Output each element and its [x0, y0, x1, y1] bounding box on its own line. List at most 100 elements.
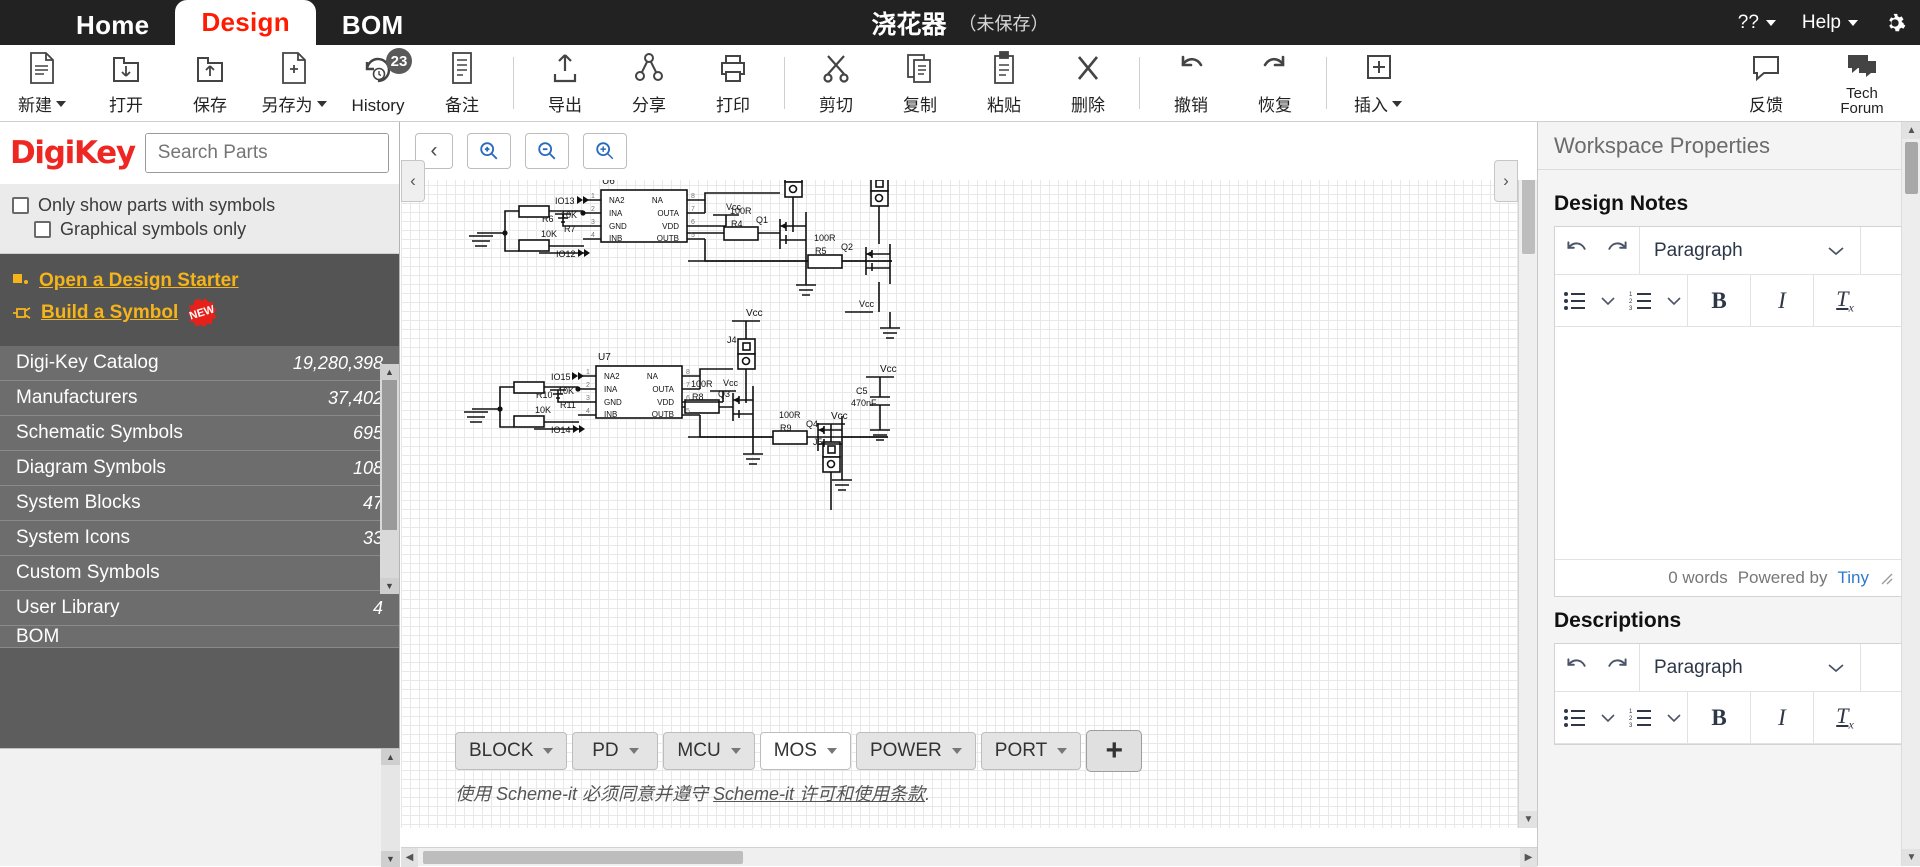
- design-notes-format-select[interactable]: Paragraph: [1639, 227, 1861, 275]
- scroll-down-arrow-icon[interactable]: ▼: [1902, 849, 1920, 866]
- scroll-left-arrow-icon[interactable]: ◀: [401, 848, 418, 867]
- scroll-right-arrow-icon[interactable]: ▶: [1520, 848, 1537, 867]
- license-link[interactable]: Scheme-it 许可和使用条款: [713, 784, 925, 804]
- right-panel-scrollbar[interactable]: ▲ ▼: [1901, 122, 1920, 866]
- scroll-up-arrow-icon[interactable]: ▲: [380, 364, 399, 380]
- panel-collapse-left-handle[interactable]: ‹: [401, 160, 425, 202]
- ribbon-redo[interactable]: 恢复: [1233, 46, 1317, 120]
- descriptions-numbered-list-button[interactable]: 123: [1621, 692, 1661, 744]
- descriptions-clear-format-button[interactable]: Tx: [1814, 692, 1876, 744]
- language-menu[interactable]: ??: [1738, 12, 1776, 34]
- help-menu[interactable]: Help: [1802, 12, 1858, 34]
- chevron-down-icon[interactable]: [731, 748, 741, 754]
- sheet-tab-mcu[interactable]: MCU: [663, 732, 754, 770]
- filter-only-parts-with-symbols[interactable]: Only show parts with symbols: [12, 195, 387, 216]
- ribbon-new[interactable]: 新建: [0, 46, 84, 120]
- chevron-down-icon[interactable]: [543, 748, 553, 754]
- canvas-vertical-scrollbar[interactable]: ▲ ▼: [1518, 122, 1537, 828]
- tab-home[interactable]: Home: [50, 5, 175, 45]
- ribbon-delete[interactable]: 删除: [1046, 46, 1130, 120]
- scrollbar-thumb[interactable]: [382, 380, 397, 530]
- scrollbar-thumb[interactable]: [1905, 142, 1918, 194]
- category-row-system-icons[interactable]: System Icons 33: [0, 521, 399, 556]
- ribbon-copy[interactable]: 复制: [878, 46, 962, 120]
- descriptions-bullet-list-button[interactable]: [1555, 692, 1595, 744]
- design-notes-bullet-list-options[interactable]: [1595, 275, 1621, 327]
- checkbox-icon[interactable]: [12, 197, 29, 214]
- scroll-up-arrow-icon[interactable]: ▲: [1902, 122, 1920, 139]
- category-row-schematic-symbols[interactable]: Schematic Symbols 695: [0, 416, 399, 451]
- ribbon-open[interactable]: 打开: [84, 46, 168, 120]
- ribbon-save-as[interactable]: 另存为: [252, 46, 336, 120]
- panel-expand-right-handle[interactable]: ›: [1494, 160, 1518, 202]
- zoom-out-button[interactable]: [525, 133, 569, 169]
- category-row-user-library[interactable]: User Library 4: [0, 591, 399, 626]
- category-row-digikey-catalog[interactable]: Digi-Key Catalog 19,280,398: [0, 346, 399, 381]
- descriptions-italic-button[interactable]: I: [1751, 692, 1813, 744]
- scroll-down-arrow-icon[interactable]: ▼: [380, 578, 399, 594]
- canvas-grid[interactable]: Vcc J1 100R R4 Q1: [401, 122, 1537, 828]
- design-notes-redo-button[interactable]: [1597, 227, 1639, 275]
- schematic-drawing[interactable]: Vcc J1 100R R4 Q1: [401, 122, 1537, 828]
- checkbox-icon[interactable]: [34, 221, 51, 238]
- category-row-bom-partial[interactable]: BOM: [0, 626, 399, 648]
- resize-handle-icon[interactable]: [1879, 571, 1893, 585]
- scroll-down-arrow-icon[interactable]: ▼: [1519, 811, 1538, 828]
- design-notes-textarea[interactable]: [1555, 327, 1903, 560]
- preview-scrollbar[interactable]: ▲ ▼: [381, 749, 400, 867]
- design-notes-numbered-list-options[interactable]: [1661, 275, 1687, 327]
- chevron-down-icon[interactable]: [952, 748, 962, 754]
- sheet-tab-block[interactable]: BLOCK: [455, 732, 567, 770]
- ribbon-insert[interactable]: 插入: [1336, 46, 1420, 120]
- design-notes-bold-button[interactable]: B: [1688, 275, 1750, 327]
- ribbon-paste[interactable]: 粘贴: [962, 46, 1046, 120]
- design-notes-clear-format-button[interactable]: Tx: [1814, 275, 1876, 327]
- descriptions-bullet-list-options[interactable]: [1595, 692, 1621, 744]
- search-input[interactable]: [146, 134, 389, 172]
- ribbon-save[interactable]: 保存: [168, 46, 252, 120]
- design-notes-bullet-list-button[interactable]: [1555, 275, 1595, 327]
- chevron-down-icon[interactable]: [827, 748, 837, 754]
- link-open-design-starter[interactable]: Open a Design Starter: [12, 270, 387, 292]
- scroll-down-arrow-icon[interactable]: ▼: [381, 851, 400, 867]
- zoom-fit-button[interactable]: [583, 133, 627, 169]
- design-notes-numbered-list-button[interactable]: 123: [1621, 275, 1661, 327]
- sheet-tab-pd[interactable]: PD: [572, 732, 658, 770]
- filter-graphical-symbols-only[interactable]: Graphical symbols only: [12, 219, 387, 240]
- link-build-a-symbol[interactable]: Build a Symbol NEW: [12, 298, 387, 328]
- ribbon-cut[interactable]: 剪切: [794, 46, 878, 120]
- scroll-up-arrow-icon[interactable]: ▲: [381, 749, 400, 765]
- category-row-system-blocks[interactable]: System Blocks 47: [0, 486, 399, 521]
- ribbon-history[interactable]: 23 History: [336, 46, 420, 120]
- design-notes-undo-button[interactable]: [1555, 227, 1597, 275]
- ribbon-notes[interactable]: 备注: [420, 46, 504, 120]
- tiny-link[interactable]: Tiny: [1838, 568, 1870, 588]
- category-row-custom-symbols[interactable]: Custom Symbols: [0, 556, 399, 591]
- descriptions-undo-button[interactable]: [1555, 644, 1597, 692]
- sheet-tab-mos[interactable]: MOS: [760, 732, 851, 770]
- descriptions-numbered-list-options[interactable]: [1661, 692, 1687, 744]
- ribbon-print[interactable]: 打印: [691, 46, 775, 120]
- ribbon-tech-forum[interactable]: TechForum: [1814, 46, 1910, 120]
- sheet-tab-power[interactable]: POWER: [856, 732, 976, 770]
- library-scrollbar[interactable]: ▲ ▼: [380, 364, 399, 594]
- tab-bom[interactable]: BOM: [316, 5, 430, 45]
- descriptions-format-select[interactable]: Paragraph: [1639, 644, 1861, 692]
- chevron-down-icon[interactable]: [629, 748, 639, 754]
- link-open-design-starter-label[interactable]: Open a Design Starter: [39, 270, 239, 292]
- canvas-horizontal-scrollbar[interactable]: ◀ ▶: [401, 847, 1537, 866]
- category-row-manufacturers[interactable]: Manufacturers 37,402: [0, 381, 399, 416]
- link-build-a-symbol-label[interactable]: Build a Symbol: [41, 302, 178, 324]
- chevron-down-icon[interactable]: [1057, 748, 1067, 754]
- gear-icon[interactable]: [1884, 12, 1906, 34]
- ribbon-export[interactable]: 导出: [523, 46, 607, 120]
- category-row-diagram-symbols[interactable]: Diagram Symbols 108: [0, 451, 399, 486]
- scrollbar-thumb-horizontal[interactable]: [423, 851, 743, 864]
- sheet-tab-port[interactable]: PORT: [981, 732, 1081, 770]
- ribbon-share[interactable]: 分享: [607, 46, 691, 120]
- descriptions-bold-button[interactable]: B: [1688, 692, 1750, 744]
- design-notes-italic-button[interactable]: I: [1751, 275, 1813, 327]
- descriptions-redo-button[interactable]: [1597, 644, 1639, 692]
- ribbon-undo[interactable]: 撤销: [1149, 46, 1233, 120]
- ribbon-feedback[interactable]: 反馈: [1718, 46, 1814, 120]
